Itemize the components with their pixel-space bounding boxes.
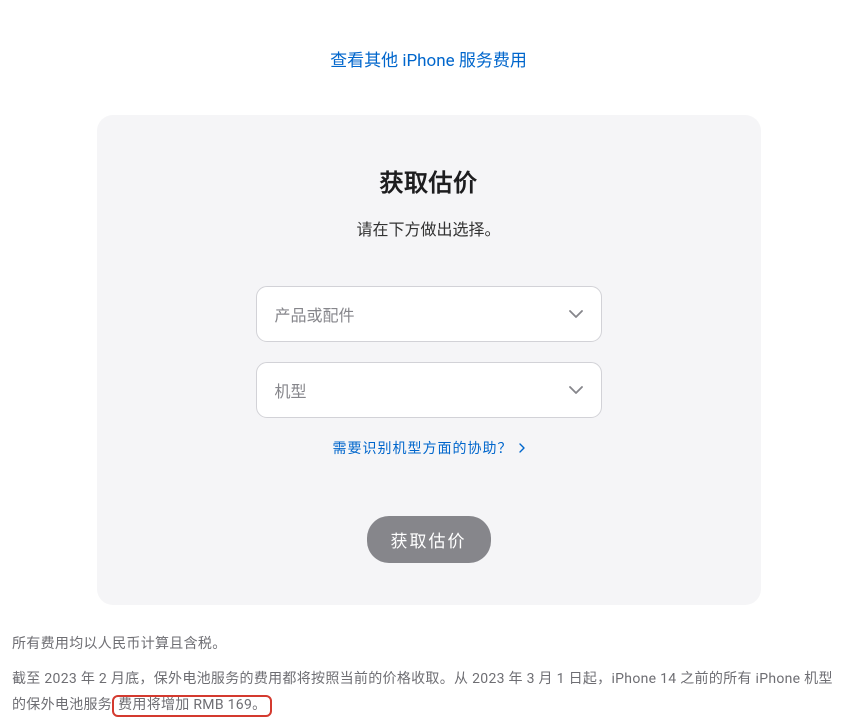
footer-note-2: 截至 2023 年 2 月底，保外电池服务的费用都将按照当前的价格收取。从 20…: [12, 666, 845, 719]
chevron-down-icon: [569, 386, 583, 394]
chevron-down-icon: [569, 310, 583, 318]
footer-note-1: 所有费用均以人民币计算且含税。: [12, 631, 845, 658]
view-other-services-link[interactable]: 查看其他 iPhone 服务费用: [10, 46, 847, 71]
product-select[interactable]: 产品或配件: [256, 286, 602, 342]
chevron-right-icon: [519, 443, 525, 453]
estimate-card: 获取估价 请在下方做出选择。 产品或配件 机型 需要识别机型方面的协助？ 获取估…: [97, 115, 761, 605]
price-increase-highlight: 费用将增加 RMB 169。: [112, 695, 272, 717]
help-link-row: 需要识别机型方面的协助？: [127, 438, 731, 458]
card-subtitle: 请在下方做出选择。: [127, 216, 731, 240]
get-estimate-button[interactable]: 获取估价: [367, 516, 491, 563]
product-select-placeholder: 产品或配件: [275, 302, 355, 326]
model-select-placeholder: 机型: [275, 378, 307, 402]
help-link-text: 需要识别机型方面的协助？: [333, 438, 513, 458]
card-title: 获取估价: [127, 163, 731, 198]
footer-notes: 所有费用均以人民币计算且含税。 截至 2023 年 2 月底，保外电池服务的费用…: [10, 631, 847, 719]
model-select[interactable]: 机型: [256, 362, 602, 418]
identify-model-help-link[interactable]: 需要识别机型方面的协助？: [333, 438, 525, 458]
